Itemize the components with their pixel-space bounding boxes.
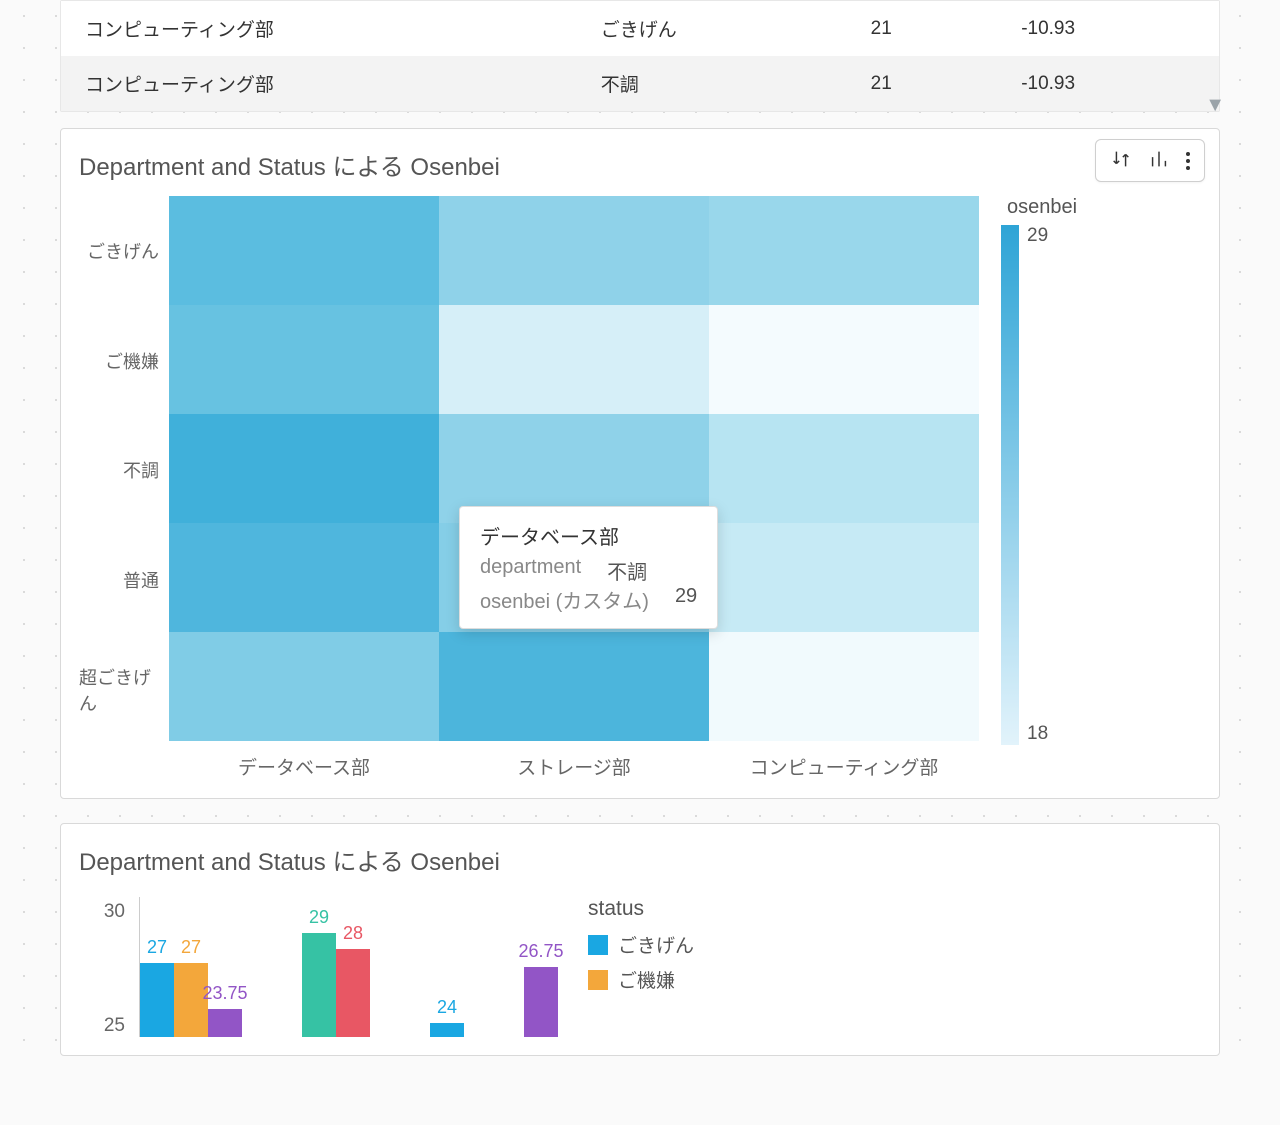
heatmap-title: Department and Status による Osenbei (79, 147, 1201, 182)
barchart-legend: status ごきげんご機嫌 (558, 897, 738, 1037)
panel-toolbar (1095, 139, 1205, 182)
heatmap-cell[interactable] (709, 305, 979, 414)
table-row[interactable]: コンピューティング部ごきげん21-10.93 (61, 1, 1219, 56)
heatmap-legend: osenbei 29 18 (979, 196, 1109, 745)
bar[interactable]: 26.75 (524, 967, 558, 1037)
table-cell: ごきげん (577, 1, 847, 56)
legend-swatch (588, 970, 608, 990)
y-tick-label: ごきげん (79, 196, 169, 306)
bar-group: 2928 (302, 933, 370, 1037)
y-tick-label: 超ごきげん (79, 635, 169, 745)
table-cell: -10.93 (997, 1, 1219, 56)
bar-label: 24 (437, 997, 457, 1018)
x-tick-label: データベース部 (169, 745, 439, 780)
data-table: コンピューティング部ごきげん21-10.93コンピューティング部不調21-10.… (60, 0, 1220, 112)
heatmap-cell[interactable] (169, 196, 439, 305)
barchart-y-axis: 30 25 (79, 897, 139, 1037)
legend-label: ごきげん (618, 931, 694, 958)
heatmap-cell[interactable] (709, 414, 979, 523)
heatmap-cell[interactable] (169, 523, 439, 632)
tooltip: データベース部 department 不調 osenbei (カスタム) 29 (459, 506, 718, 629)
table-cell: -10.93 (997, 56, 1219, 111)
legend-item[interactable]: ごきげん (588, 931, 738, 958)
heatmap-cell[interactable] (169, 414, 439, 523)
legend-title: status (588, 897, 738, 921)
heatmap-cell[interactable] (169, 305, 439, 414)
more-menu-button[interactable] (1178, 148, 1198, 174)
table-cell: コンピューティング部 (61, 1, 577, 56)
legend-item[interactable]: ご機嫌 (588, 966, 738, 993)
bar-group: 24 (430, 1023, 464, 1037)
table-row[interactable]: コンピューティング部不調21-10.93 (61, 56, 1219, 111)
bar-group: 272723.75 (140, 963, 242, 1037)
y-tick-label: 普通 (79, 525, 169, 635)
tooltip-title: データベース部 (480, 521, 697, 550)
chart-type-button[interactable] (1140, 144, 1178, 177)
heatmap-cell[interactable] (709, 196, 979, 305)
heatmap-grid[interactable]: データベース部 department 不調 osenbei (カスタム) 29 (169, 196, 979, 741)
colorbar-max: 29 (1027, 225, 1048, 247)
table-cell: コンピューティング部 (61, 56, 577, 111)
heatmap-cell[interactable] (439, 305, 709, 414)
tooltip-key: osenbei (カスタム) (480, 585, 649, 614)
table-cell: 21 (847, 1, 998, 56)
bar-label: 27 (147, 937, 167, 958)
heatmap-x-axis: データベース部ストレージ部コンピューティング部 (169, 745, 979, 780)
heatmap-cell[interactable] (709, 523, 979, 632)
bar-label: 28 (343, 923, 363, 944)
table-cell: 21 (847, 56, 998, 111)
legend-label: ご機嫌 (618, 966, 675, 993)
bar[interactable]: 29 (302, 933, 336, 1037)
heatmap-cell[interactable] (439, 632, 709, 741)
heatmap-cell[interactable] (169, 632, 439, 741)
y-tick-label: ご機嫌 (79, 306, 169, 416)
colorbar-min: 18 (1027, 723, 1048, 745)
tooltip-val: 29 (675, 585, 697, 614)
heatmap-cell[interactable] (709, 632, 979, 741)
sort-icon (1110, 148, 1132, 170)
table-cell: 不調 (577, 56, 847, 111)
chevron-down-icon[interactable]: ▼ (1205, 94, 1225, 117)
x-tick-label: ストレージ部 (439, 745, 709, 780)
tooltip-val: 不調 (607, 556, 647, 585)
colorbar (1001, 225, 1019, 745)
heatmap-panel: Department and Status による Osenbei ごきげんご機… (60, 128, 1220, 799)
barchart-area[interactable]: 272723.7529282426.75 (139, 897, 558, 1037)
bar[interactable]: 27 (140, 963, 174, 1037)
heatmap-cell[interactable] (439, 196, 709, 305)
bar-label: 26.75 (518, 941, 563, 962)
sort-button[interactable] (1102, 144, 1140, 177)
y-tick-label: 不調 (79, 416, 169, 526)
bar-label: 29 (309, 907, 329, 928)
tooltip-key: department (480, 556, 581, 585)
bar-group: 26.75 (524, 967, 558, 1037)
heatmap-y-axis: ごきげんご機嫌不調普通超ごきげん (79, 196, 169, 745)
barchart-panel: Department and Status による Osenbei 30 25 … (60, 823, 1220, 1056)
bar[interactable]: 28 (336, 949, 370, 1037)
bar-label: 27 (181, 937, 201, 958)
bar[interactable]: 24 (430, 1023, 464, 1037)
bar-label: 23.75 (202, 983, 247, 1004)
legend-title: osenbei (1007, 196, 1077, 219)
legend-swatch (588, 935, 608, 955)
x-tick-label: コンピューティング部 (709, 745, 979, 780)
bar[interactable]: 23.75 (208, 1009, 242, 1037)
bar-chart-icon (1148, 148, 1170, 170)
barchart-title: Department and Status による Osenbei (79, 842, 1201, 877)
